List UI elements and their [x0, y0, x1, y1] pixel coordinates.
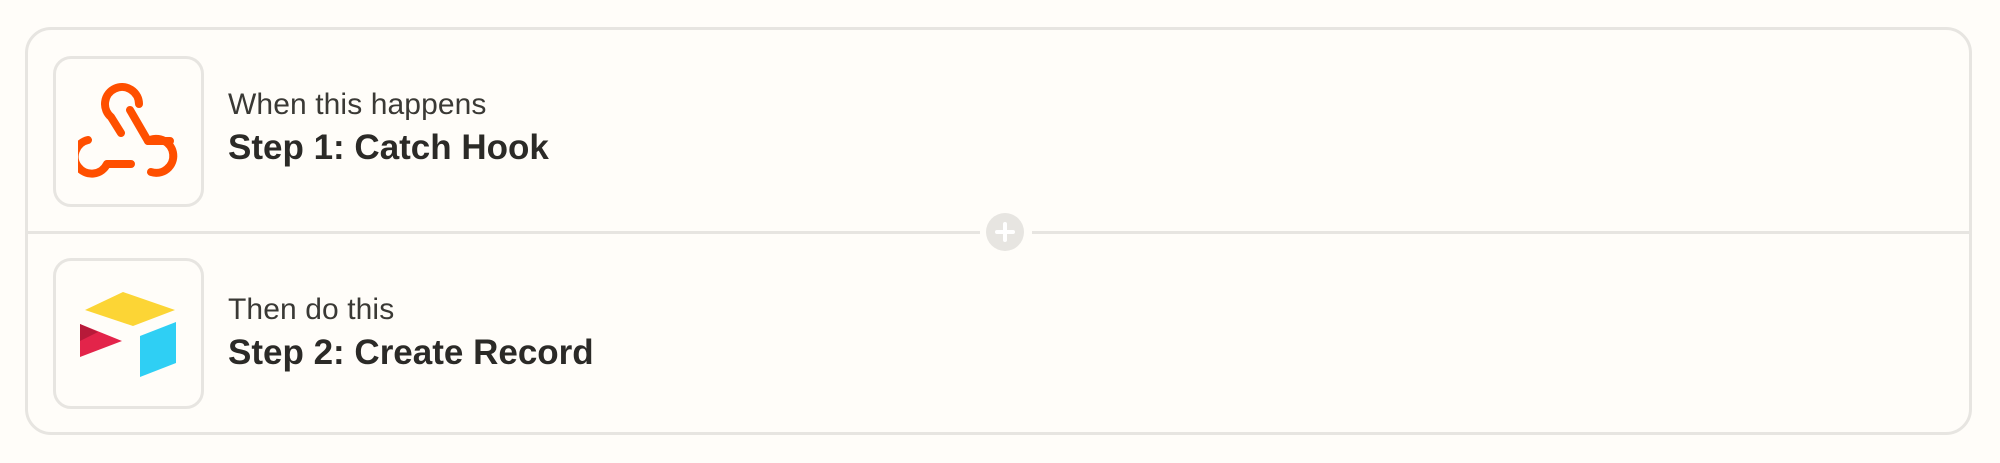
airtable-icon	[80, 292, 176, 377]
action-step[interactable]: Then do this Step 2: Create Record	[28, 235, 1969, 438]
action-step-title: Step 2: Create Record	[228, 333, 594, 372]
workflow-card: When this happens Step 1: Catch Hook The…	[25, 27, 1972, 435]
action-app-icon-box	[53, 258, 204, 409]
trigger-app-icon-box	[53, 56, 204, 207]
action-step-text: Then do this Step 2: Create Record	[228, 292, 594, 374]
trigger-step[interactable]: When this happens Step 1: Catch Hook	[28, 30, 1969, 233]
trigger-step-title: Step 1: Catch Hook	[228, 128, 549, 167]
action-eyebrow: Then do this	[228, 293, 395, 326]
trigger-step-text: When this happens Step 1: Catch Hook	[228, 87, 549, 169]
webhook-icon	[78, 83, 178, 178]
trigger-eyebrow: When this happens	[228, 88, 487, 121]
